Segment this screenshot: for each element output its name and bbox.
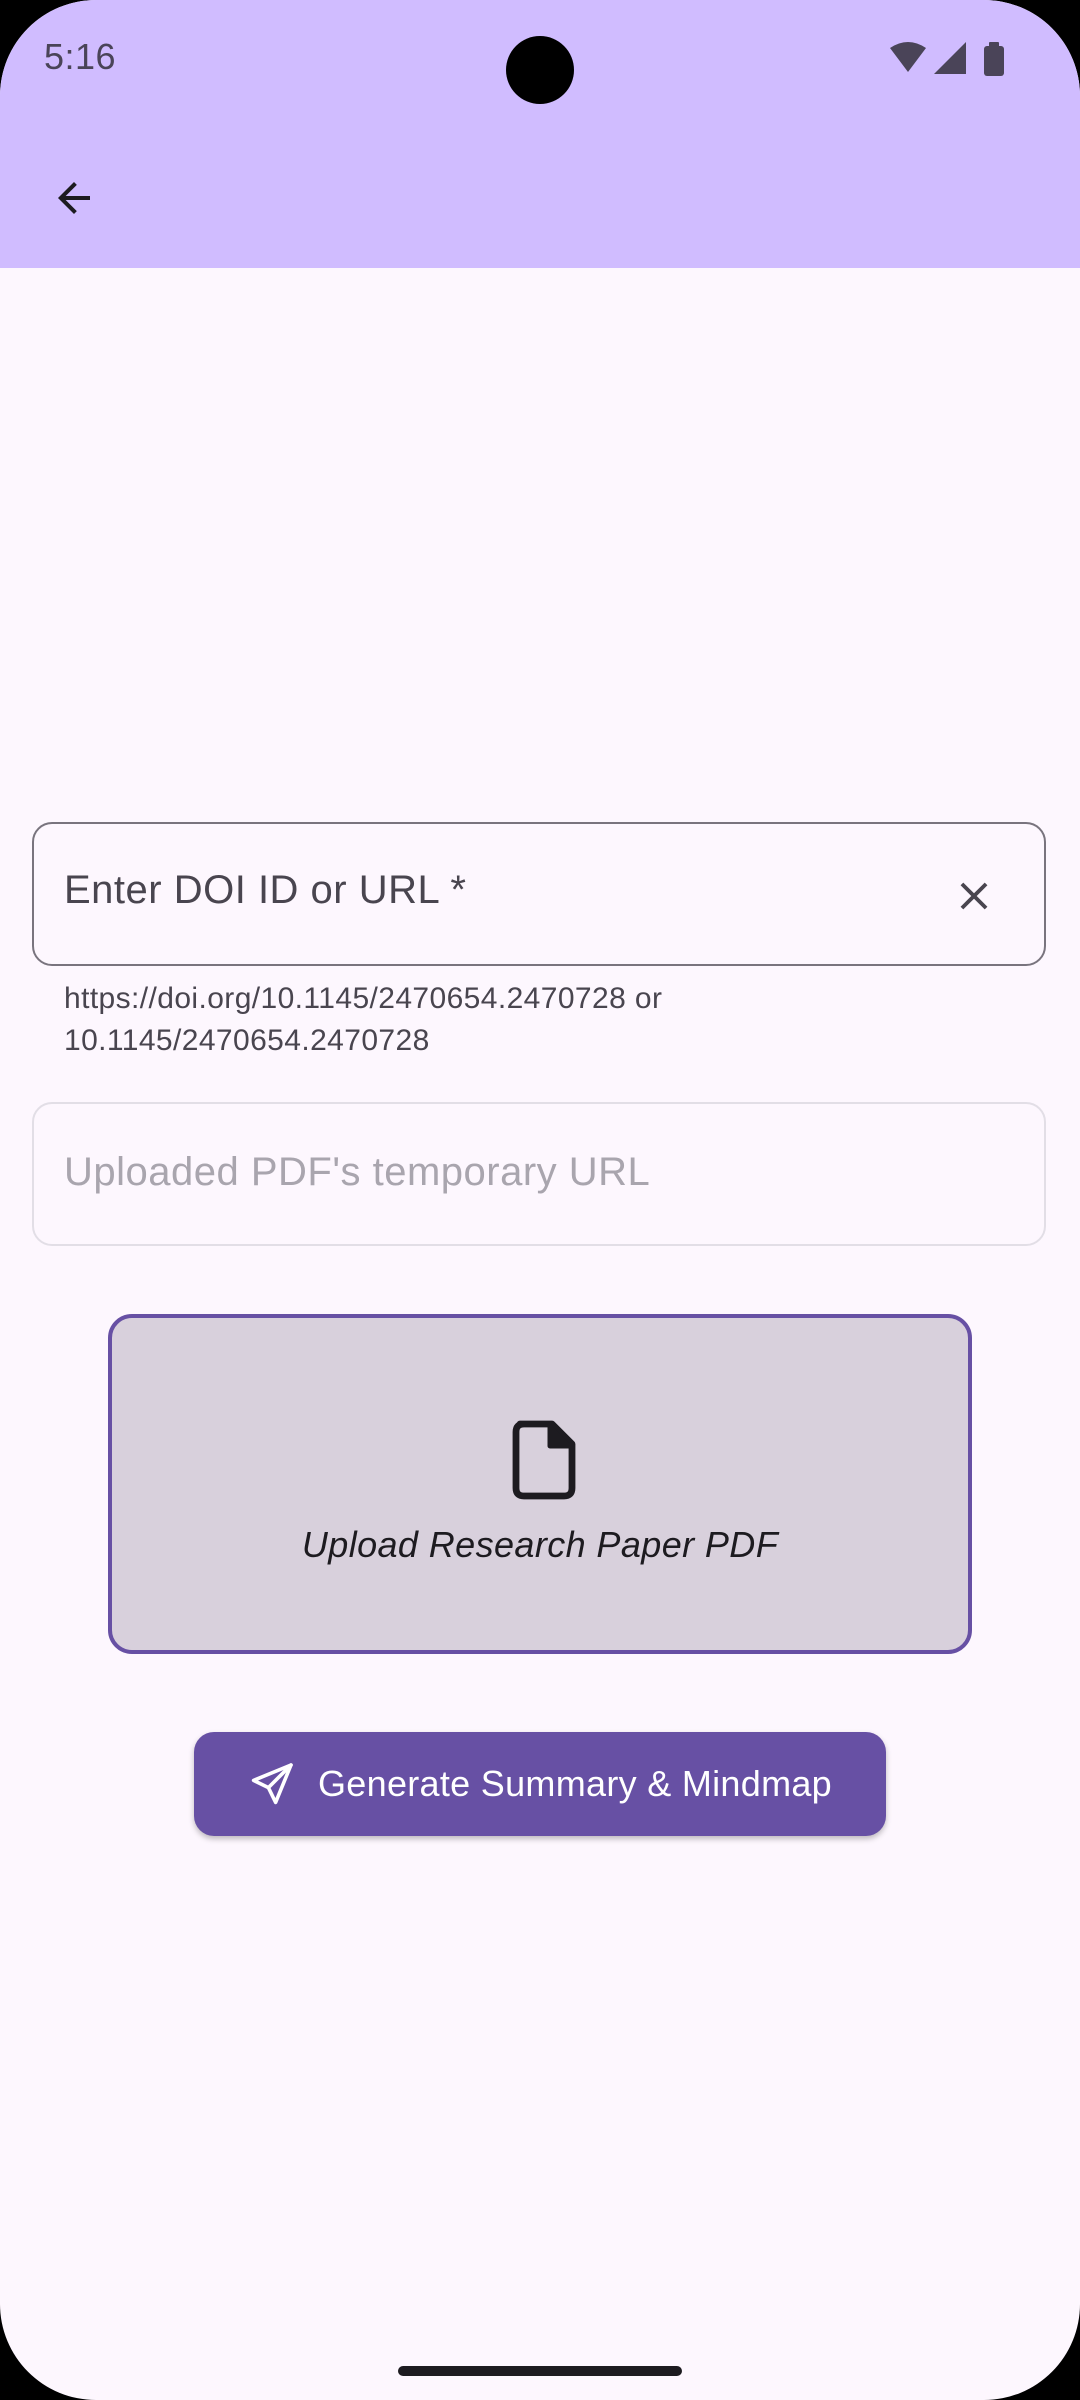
generate-summary-button[interactable]: Generate Summary & Mindmap xyxy=(194,1732,886,1836)
doi-helper-text: https://doi.org/10.1145/2470654.2470728 … xyxy=(64,982,663,1057)
pdf-url-placeholder: Uploaded PDF's temporary URL xyxy=(64,1150,651,1194)
wifi-icon xyxy=(890,42,926,72)
screen: 5:16 Enter DOI ID or URL * https://doi.o… xyxy=(0,0,1080,2400)
file-icon xyxy=(512,1420,576,1500)
upload-pdf-label: Upload Research Paper PDF xyxy=(301,1524,779,1565)
back-button[interactable] xyxy=(34,158,114,238)
status-bar: 5:16 xyxy=(0,0,1080,120)
send-icon xyxy=(251,1763,293,1805)
doi-input-label: Enter DOI ID or URL * xyxy=(64,868,467,912)
doi-input-field[interactable]: Enter DOI ID or URL * xyxy=(32,822,1046,966)
status-icons xyxy=(890,42,1004,76)
clear-button[interactable] xyxy=(934,856,1014,936)
signal-icon xyxy=(934,42,966,74)
battery-icon xyxy=(984,42,1004,76)
upload-pdf-card[interactable]: Upload Research Paper PDF xyxy=(108,1314,972,1654)
arrow-back-icon xyxy=(58,182,90,214)
pdf-url-field: Uploaded PDF's temporary URL xyxy=(32,1102,1046,1246)
generate-button-label: Generate Summary & Mindmap xyxy=(318,1763,832,1804)
close-icon xyxy=(960,882,988,910)
home-indicator[interactable] xyxy=(398,2366,682,2376)
camera-cutout xyxy=(506,36,574,104)
app-bar: 5:16 xyxy=(0,0,1080,268)
status-time: 5:16 xyxy=(44,36,117,77)
